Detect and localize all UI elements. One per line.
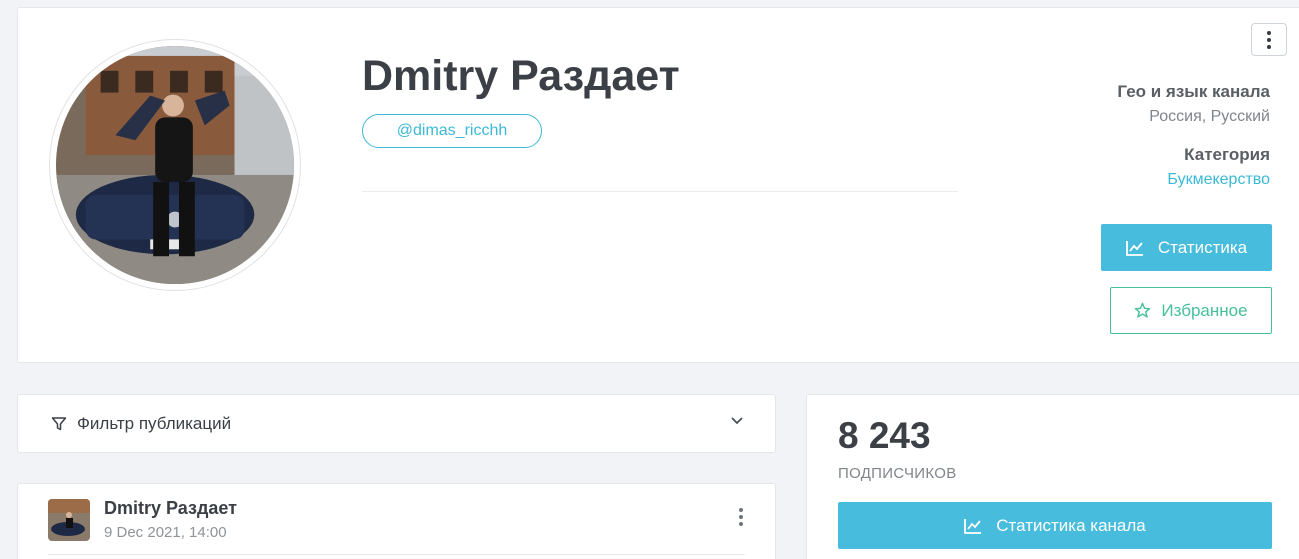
category-label: Категория bbox=[1184, 145, 1270, 164]
subscribers-card: 8 243 ПОДПИСЧИКОВ Статистика канала bbox=[806, 394, 1299, 559]
channel-username-link[interactable]: @dimas_ricchh bbox=[362, 114, 542, 148]
post-author-avatar bbox=[48, 499, 90, 541]
filter-label: Фильтр публикаций bbox=[77, 414, 232, 433]
more-options-button[interactable] bbox=[1251, 23, 1287, 56]
post-card: Dmitry Раздает 9 Dec 2021, 14:00 bbox=[17, 483, 776, 559]
chevron-down-icon bbox=[731, 417, 743, 425]
statistics-button[interactable]: Статистика bbox=[1101, 224, 1272, 271]
more-vertical-icon bbox=[1267, 30, 1271, 35]
divider bbox=[362, 191, 958, 192]
star-icon bbox=[1135, 302, 1151, 318]
category-link[interactable]: Букмекерство bbox=[1167, 171, 1270, 189]
channel-avatar-image bbox=[56, 46, 294, 284]
filter-icon bbox=[51, 417, 67, 431]
geo-language-value: Россия, Русский bbox=[1149, 108, 1270, 125]
post-more-options-button[interactable] bbox=[739, 508, 743, 526]
post-author-name: Dmitry Раздает bbox=[104, 498, 237, 518]
subscribers-count: 8 243 bbox=[838, 415, 931, 456]
chart-line-icon bbox=[1125, 240, 1143, 256]
favorite-button-label: Избранное bbox=[1161, 300, 1248, 320]
post-date: 9 Dec 2021, 14:00 bbox=[104, 524, 227, 541]
subscribers-label: ПОДПИСЧИКОВ bbox=[838, 465, 957, 482]
statistics-button-label: Статистика bbox=[1157, 237, 1248, 257]
more-vertical-icon bbox=[739, 508, 743, 512]
channel-avatar bbox=[49, 39, 301, 291]
geo-language-label: Гео и язык канала bbox=[1117, 82, 1270, 101]
publication-filter-toggle[interactable]: Фильтр публикаций bbox=[17, 394, 776, 453]
channel-profile-card: Dmitry Раздает @dimas_ricchh Гео и язык … bbox=[17, 7, 1299, 363]
favorite-button[interactable]: Избранное bbox=[1110, 287, 1272, 334]
channel-title: Dmitry Раздает bbox=[362, 52, 680, 100]
chart-line-icon bbox=[964, 518, 982, 534]
divider bbox=[48, 554, 745, 555]
channel-statistics-button[interactable]: Статистика канала bbox=[838, 502, 1272, 549]
channel-statistics-button-label: Статистика канала bbox=[996, 515, 1146, 535]
